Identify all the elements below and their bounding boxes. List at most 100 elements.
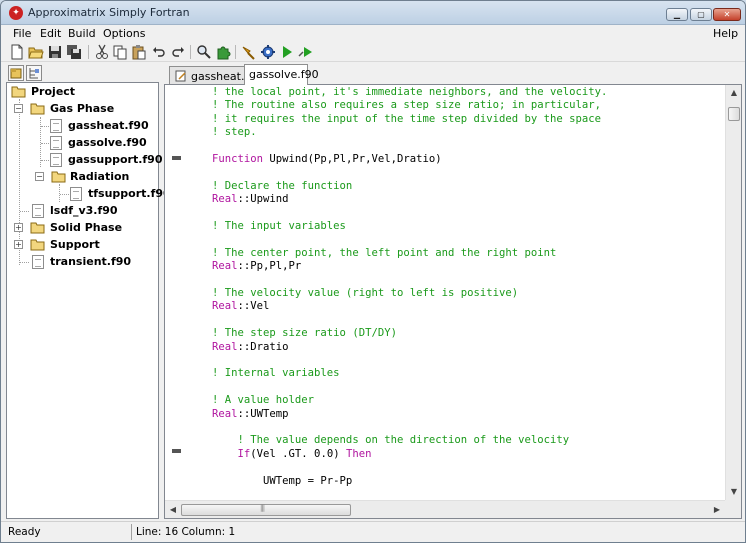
fortran-file-icon	[50, 136, 62, 150]
code-line[interactable]: Real::Vel	[212, 300, 269, 313]
minimize-button[interactable]: ▁	[666, 8, 688, 21]
code-line[interactable]: UWTemp = Pr-Pp	[212, 475, 352, 488]
code-comment: ! The input variables	[212, 220, 346, 232]
code-line[interactable]: ! Internal variables	[212, 367, 340, 380]
code-line[interactable]: ! The velocity value (right to left is p…	[212, 287, 518, 300]
vertical-scroll-thumb[interactable]	[728, 107, 740, 121]
cut-icon[interactable]	[94, 44, 110, 60]
folder-icon	[30, 239, 45, 251]
project-tree: Project − Gas Phase gassheat.f90 gassolv…	[6, 82, 171, 519]
code-comment: ! step.	[212, 126, 257, 139]
code-line[interactable]: Function Upwind(Pp,Pl,Pr,Vel,Dratio)	[212, 153, 442, 166]
code-token: ::Dratio	[237, 340, 289, 353]
code-comment: ! it requires the input of the time step…	[212, 112, 602, 125]
save-all-icon[interactable]	[66, 44, 82, 60]
new-file-icon[interactable]	[9, 44, 25, 60]
puzzle-icon[interactable]	[215, 44, 231, 60]
tree-item-support[interactable]: + Support	[13, 237, 156, 253]
settings-gear-icon[interactable]	[260, 44, 276, 60]
code-line[interactable]: ! it requires the input of the time step…	[212, 113, 601, 126]
fortran-file-icon	[32, 255, 44, 269]
code-line[interactable]: ! Declare the function	[212, 180, 352, 193]
tree-guide	[41, 160, 49, 161]
code-keyword: Real	[212, 300, 238, 313]
code-comment: ! The velocity value (right to left is p…	[212, 287, 519, 299]
tree-item-file[interactable]: tfsupport.f90	[51, 186, 171, 202]
project-tab-icon[interactable]	[8, 65, 24, 81]
code-comment: ! The routine also requires a step size …	[212, 99, 602, 112]
code-keyword: Real	[212, 407, 238, 420]
tree-label: transient.f90	[50, 255, 132, 268]
menu-file[interactable]: File	[13, 27, 31, 40]
outline-tab-icon[interactable]	[26, 65, 42, 81]
copy-icon[interactable]	[112, 44, 128, 60]
debug-run-icon[interactable]	[298, 44, 314, 60]
tree-item-file[interactable]: transient.f90	[13, 254, 156, 270]
menu-help[interactable]: Help	[713, 27, 738, 40]
code-line[interactable]: Real::UWTemp	[212, 408, 289, 421]
code-line[interactable]: ! the local point, it's immediate neighb…	[212, 86, 607, 99]
tree-item-gas-phase[interactable]: − Gas Phase	[13, 101, 156, 117]
run-icon[interactable]	[279, 44, 295, 60]
code-line[interactable]: ! A value holder	[212, 394, 314, 407]
code-line[interactable]: ! The value depends on the direction of …	[212, 434, 570, 447]
close-button[interactable]: ✕	[713, 8, 741, 21]
code-editor[interactable]: ! the local point, it's immediate neighb…	[164, 84, 742, 519]
vertical-scrollbar[interactable]: ▲ ▼	[725, 85, 741, 500]
code-line[interactable]: ! step.	[212, 126, 257, 139]
expand-icon[interactable]: +	[14, 240, 23, 249]
tree-label: Solid Phase	[50, 221, 123, 234]
tree-item-file[interactable]: gassupport.f90	[29, 152, 162, 168]
tree-item-project[interactable]: Project	[11, 84, 156, 100]
redo-icon[interactable]	[170, 44, 186, 60]
tree-item-file[interactable]: gassolve.f90	[29, 135, 156, 151]
menu-options[interactable]: Options	[103, 27, 145, 40]
menu-bar: File Edit Build Options Help	[1, 25, 745, 42]
build-icon[interactable]	[241, 44, 257, 60]
tree-item-file[interactable]: lsdf_v3.f90	[13, 203, 156, 219]
save-icon[interactable]	[47, 44, 63, 60]
search-icon[interactable]	[196, 44, 212, 60]
paste-icon[interactable]	[131, 44, 147, 60]
window-title: Approximatrix Simply Fortran	[28, 6, 190, 19]
scroll-right-icon[interactable]: ▶	[709, 501, 725, 518]
fold-marker[interactable]	[172, 156, 181, 160]
toolbar-separator	[88, 45, 89, 59]
code-line[interactable]: Real::Pp,Pl,Pr	[212, 260, 301, 273]
collapse-icon[interactable]: −	[35, 172, 44, 181]
document-tabs: gassheat.f90 gassolve.f90	[164, 64, 742, 85]
code-line[interactable]: ! The step size ratio (DT/DY)	[212, 327, 397, 340]
code-line[interactable]: Real::Upwind	[212, 193, 289, 206]
menu-build[interactable]: Build	[68, 27, 96, 40]
menu-edit[interactable]: Edit	[40, 27, 61, 40]
code-line[interactable]: Real::Dratio	[212, 341, 289, 354]
open-folder-icon[interactable]	[28, 44, 44, 60]
scroll-down-icon[interactable]: ▼	[726, 484, 741, 500]
title-bar[interactable]: ✦ Approximatrix Simply Fortran ▁ ▢ ✕	[1, 1, 745, 25]
tree-guide	[41, 126, 49, 127]
scroll-up-icon[interactable]: ▲	[726, 85, 741, 101]
fold-marker[interactable]	[172, 449, 181, 453]
undo-icon[interactable]	[151, 44, 167, 60]
project-sidebar: Project − Gas Phase gassheat.f90 gassolv…	[6, 64, 171, 519]
tree-item-solid-phase[interactable]: + Solid Phase	[13, 220, 156, 236]
code-text[interactable]: ! the local point, it's immediate neighb…	[212, 85, 722, 500]
maximize-button[interactable]: ▢	[690, 8, 712, 21]
tree-label: Radiation	[70, 170, 130, 183]
code-token: (Vel .GT. 0.0)	[250, 447, 346, 460]
tab-gassolve[interactable]: gassolve.f90	[244, 64, 319, 85]
expand-icon[interactable]: +	[14, 223, 23, 232]
code-line[interactable]: ! The routine also requires a step size …	[212, 99, 601, 112]
horizontal-scroll-thumb[interactable]	[181, 504, 351, 516]
tree-item-radiation[interactable]: − Radiation	[34, 169, 156, 185]
code-line[interactable]: ! The center point, the left point and t…	[212, 247, 556, 260]
horizontal-scrollbar[interactable]: ◀ ▶	[165, 500, 725, 518]
collapse-icon[interactable]: −	[14, 104, 23, 113]
scroll-left-icon[interactable]: ◀	[165, 501, 181, 518]
tab-gassheat[interactable]: gassheat.f90	[169, 66, 262, 84]
code-keyword: Real	[212, 340, 238, 353]
tree-item-file[interactable]: gassheat.f90	[29, 118, 156, 134]
code-line[interactable]: ! The input variables	[212, 220, 346, 233]
code-line[interactable]: If(Vel .GT. 0.0) Then	[212, 447, 372, 461]
code-token: UWTemp = Pr-Pp	[212, 474, 353, 487]
